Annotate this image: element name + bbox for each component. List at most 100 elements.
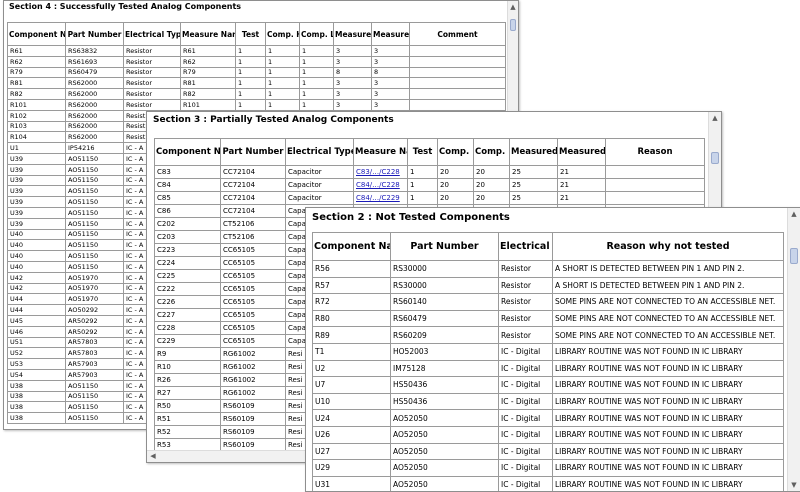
table-cell: SOME PINS ARE NOT CONNECTED TO AN ACCESS… bbox=[552, 293, 784, 311]
measure-name-link[interactable]: C84/…/C229 bbox=[356, 194, 400, 202]
table-cell: RS62000 bbox=[65, 120, 124, 133]
table-cell: R50 bbox=[154, 399, 221, 413]
table-cell: 1 bbox=[299, 55, 334, 68]
table-row: R81 RS62000 Resistor R81 1 1 1 3 3 bbox=[7, 77, 506, 90]
column-header: Comp. LTol% bbox=[473, 138, 510, 166]
table-cell: R104 bbox=[7, 131, 66, 144]
table-cell: RS62000 bbox=[65, 77, 124, 90]
table-cell: AO51150 bbox=[65, 163, 124, 176]
table-cell: 25 bbox=[509, 165, 558, 179]
table-cell: R9 bbox=[154, 347, 221, 361]
table-cell: AO51970 bbox=[65, 271, 124, 284]
table-cell: U10 bbox=[312, 392, 391, 411]
table-cell: AR57903 bbox=[65, 358, 124, 370]
table-cell: U26 bbox=[312, 425, 391, 444]
table-cell: IC - Digital bbox=[498, 376, 553, 394]
table-row: U29 AO52050 IC - Digital LIBRARY ROUTINE WA… bbox=[312, 459, 784, 477]
table-cell: U40 bbox=[7, 250, 66, 262]
table-cell: U39 bbox=[7, 152, 66, 165]
table-cell: Resistor bbox=[498, 309, 553, 328]
table-cell: CC65105 bbox=[220, 321, 286, 335]
table-cell: IC - Digital bbox=[498, 459, 553, 477]
scroll-left-icon[interactable]: ◀ bbox=[147, 451, 159, 462]
scroll-up-icon[interactable]: ▲ bbox=[709, 112, 721, 124]
table-cell: C83/…/C228 bbox=[353, 165, 408, 179]
table-cell: AR50292 bbox=[65, 325, 124, 338]
column-header: Electrical Type bbox=[123, 22, 181, 46]
table-cell: 3 bbox=[371, 88, 410, 100]
table-cell: 3 bbox=[371, 98, 410, 111]
table-cell: 1 bbox=[299, 77, 334, 90]
table-cell bbox=[605, 165, 705, 179]
table-cell: AO51150 bbox=[65, 185, 124, 198]
column-header: Comment bbox=[409, 22, 506, 46]
table-cell: T1 bbox=[312, 342, 391, 361]
table-cell: 1 bbox=[265, 55, 300, 68]
table-cell: RS60479 bbox=[390, 309, 499, 328]
table-cell: U54 bbox=[7, 368, 66, 381]
column-header: Part Number bbox=[220, 138, 286, 166]
table-cell: RS63832 bbox=[65, 45, 124, 57]
measure-name-link[interactable]: C83/…/C228 bbox=[356, 168, 400, 176]
table-cell: RS30000 bbox=[390, 260, 499, 278]
table-cell: Resistor bbox=[123, 45, 181, 57]
table-cell: U39 bbox=[7, 206, 66, 219]
table-cell: CT52106 bbox=[220, 217, 286, 231]
table-row: R80 RS60479 Resistor SOME PINS ARE NOT CONN… bbox=[312, 309, 784, 328]
table-cell: 1 bbox=[299, 98, 334, 111]
table-cell: U52 bbox=[7, 347, 66, 360]
table-cell: R56 bbox=[312, 260, 391, 278]
table-cell: C229 bbox=[154, 334, 221, 348]
table-cell: AO51150 bbox=[65, 260, 124, 273]
table-cell: R79 bbox=[180, 66, 236, 79]
scrollbar-thumb[interactable] bbox=[790, 248, 798, 264]
table-cell: LIBRARY ROUTINE WAS NOT FOUND IN IC LIBR… bbox=[552, 359, 784, 378]
table-cell: LIBRARY ROUTINE WAS NOT FOUND IN IC LIBR… bbox=[552, 442, 784, 461]
table-cell: CC65105 bbox=[220, 269, 286, 283]
column-header: Comp. HTol% bbox=[265, 22, 300, 46]
table-cell: R81 bbox=[180, 77, 236, 90]
scrollbar-thumb[interactable] bbox=[711, 152, 719, 164]
table-cell: HS50436 bbox=[390, 392, 499, 411]
table-row: U24 AO52050 IC - Digital LIBRARY ROUTINE WA… bbox=[312, 409, 784, 427]
table-cell: R26 bbox=[154, 373, 221, 387]
table-cell: U31 bbox=[312, 475, 391, 491]
table-cell: U42 bbox=[7, 271, 66, 284]
table-cell: U2 bbox=[312, 359, 391, 378]
scroll-up-icon[interactable]: ▲ bbox=[788, 208, 800, 220]
table-cell: 3 bbox=[333, 55, 372, 68]
table-cell: U39 bbox=[7, 163, 66, 176]
table-cell: U45 bbox=[7, 314, 66, 327]
table-cell: R27 bbox=[154, 386, 221, 400]
table-cell: 1 bbox=[407, 178, 438, 192]
table-cell: 25 bbox=[509, 178, 558, 192]
table-cell: CC72104 bbox=[220, 165, 286, 179]
table-cell: Resistor bbox=[498, 276, 553, 295]
section2-vertical-scrollbar[interactable]: ▲ ▼ bbox=[787, 208, 800, 491]
table-cell: R72 bbox=[312, 293, 391, 311]
table-cell: SOME PINS ARE NOT CONNECTED TO AN ACCESS… bbox=[552, 326, 784, 344]
table-cell: 1 bbox=[235, 88, 266, 100]
table-cell bbox=[605, 178, 705, 192]
table-cell: R82 bbox=[7, 88, 66, 100]
table-cell: 1 bbox=[235, 55, 266, 68]
table-cell: R51 bbox=[154, 412, 221, 426]
table-cell: 20 bbox=[473, 165, 510, 179]
measure-name-link[interactable]: C84/…/C228 bbox=[356, 181, 400, 189]
table-cell: AR57903 bbox=[65, 368, 124, 381]
scrollbar-thumb[interactable] bbox=[510, 19, 516, 31]
scroll-up-icon[interactable]: ▲ bbox=[508, 1, 518, 13]
table-cell: CC65105 bbox=[220, 256, 286, 270]
table-cell: 3 bbox=[371, 77, 410, 90]
table-cell: R79 bbox=[7, 66, 66, 79]
scroll-down-icon[interactable]: ▼ bbox=[788, 479, 800, 491]
table-cell: RG61002 bbox=[220, 373, 286, 387]
table-row: R57 RS30000 Resistor A SHORT IS DETECTED BE… bbox=[312, 276, 784, 295]
table-cell: IP54216 bbox=[65, 142, 124, 154]
table-cell: HO52003 bbox=[390, 342, 499, 361]
section2-table: Component NamePart NumberElectrical Type… bbox=[312, 232, 784, 491]
table-cell: SOME PINS ARE NOT CONNECTED TO AN ACCESS… bbox=[552, 309, 784, 328]
table-cell: 3 bbox=[333, 77, 372, 90]
column-header: Comp. HTol% bbox=[437, 138, 474, 166]
table-cell: IC - Digital bbox=[498, 392, 553, 411]
